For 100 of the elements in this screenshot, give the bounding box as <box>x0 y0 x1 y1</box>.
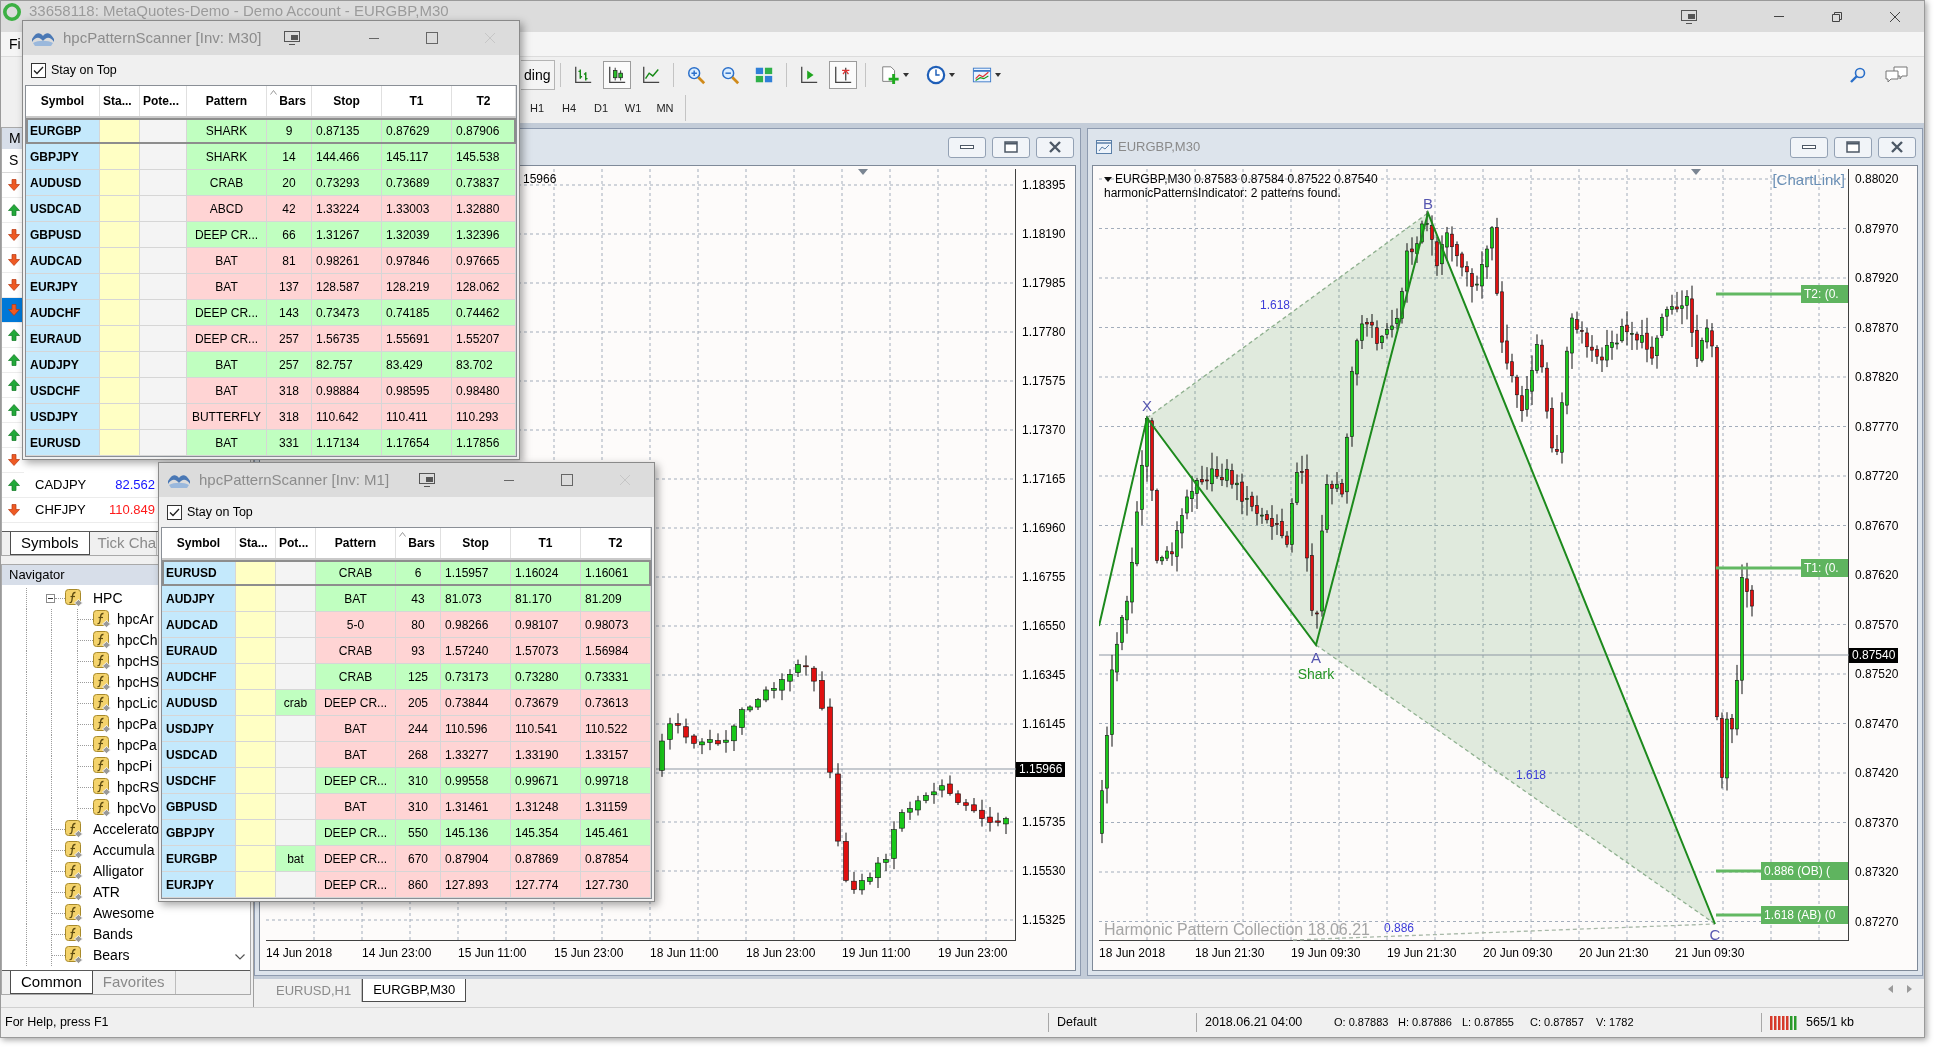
table-row[interactable]: EURAUD DEEP CR... 257 1.56735 1.55691 1.55207 <box>26 326 516 352</box>
column-header[interactable]: T1 <box>511 528 581 558</box>
timeframe-button[interactable]: MN <box>649 96 681 120</box>
column-header[interactable]: Stop <box>312 86 382 116</box>
column-header[interactable]: Pattern <box>187 86 267 116</box>
close-button[interactable] <box>1878 136 1916 158</box>
price-cell: 1.33157 <box>581 742 651 767</box>
column-header[interactable]: Bars <box>267 86 312 116</box>
table-row[interactable]: USDCHF BAT 318 0.98884 0.98595 0.98480 <box>26 378 516 404</box>
column-title: S <box>9 151 19 170</box>
timeframe-button[interactable]: D1 <box>585 96 617 120</box>
price-stat: C: 0.87857 <box>1529 1015 1585 1031</box>
table-row[interactable]: AUDCHF DEEP CR... 143 0.73473 0.74185 0.74462 <box>26 300 516 326</box>
tree-item[interactable]: Accelerato <box>65 818 160 840</box>
table-row[interactable]: GBPUSD BAT 310 1.31461 1.31248 1.31159 <box>162 794 651 820</box>
tree-item[interactable]: hpcCh <box>93 629 158 651</box>
column-header[interactable]: Symbol <box>26 86 100 116</box>
status-cell <box>236 560 276 585</box>
price-cell: 0.99671 <box>511 768 581 793</box>
tab[interactable]: Common <box>10 971 93 994</box>
table-row[interactable]: AUDCHF CRAB 125 0.73173 0.73280 0.73331 <box>162 664 651 690</box>
tree-item[interactable]: hpcRS <box>93 776 160 798</box>
tree-item[interactable]: HPC <box>65 587 123 609</box>
symbol-cell: USDCHF <box>26 378 100 403</box>
candlestick-button[interactable] <box>603 61 632 89</box>
pattern-cell: CRAB <box>316 664 396 689</box>
column-header[interactable]: Sta... <box>236 528 276 558</box>
tree-item[interactable]: hpcLic <box>93 692 158 714</box>
table-row[interactable]: GBPJPY DEEP CR... 550 145.136 145.354 145.461 <box>162 820 651 846</box>
table-row[interactable]: AUDUSD CRAB 20 0.73293 0.73689 0.73837 <box>26 170 516 196</box>
column-header[interactable]: Symbol <box>162 528 236 558</box>
table-row[interactable]: EURUSD BAT 331 1.17134 1.17654 1.17856 <box>26 430 516 456</box>
tree-item[interactable]: hpcAr <box>93 608 154 630</box>
column-header[interactable]: T2 <box>581 528 651 558</box>
minimize-icon <box>369 37 379 39</box>
column-header[interactable]: Stop <box>441 528 511 558</box>
table-row[interactable]: AUDJPY BAT 43 81.073 81.170 81.209 <box>162 586 651 612</box>
table-row[interactable]: EURGBP SHARK 9 0.87135 0.87629 0.87906 <box>26 118 516 144</box>
market-watch-row[interactable] <box>2 298 24 323</box>
column-header[interactable]: Bars <box>396 528 441 558</box>
table-row[interactable]: AUDCAD BAT 81 0.98261 0.97846 0.97665 <box>26 248 516 274</box>
potential-cell <box>276 560 316 585</box>
column-header[interactable]: T1 <box>382 86 452 116</box>
potential-cell <box>140 196 187 221</box>
close-icon <box>1049 141 1061 153</box>
tree-item[interactable]: ATR <box>65 881 120 903</box>
column-header[interactable]: Pot... <box>276 528 316 558</box>
tree-item[interactable]: hpcVo <box>93 797 156 819</box>
table-row[interactable]: USDCAD ABCD 42 1.33224 1.33003 1.32880 <box>26 196 516 222</box>
table-row[interactable]: EURJPY DEEP CR... 860 127.893 127.774 127.730 <box>162 872 651 898</box>
minimize-button[interactable] <box>948 136 986 158</box>
table-row[interactable]: GBPJPY SHARK 14 144.466 145.117 145.538 <box>26 144 516 170</box>
maximize-button[interactable] <box>1834 136 1872 158</box>
timeframe-button[interactable]: W1 <box>617 96 649 120</box>
tree-item[interactable]: hpcPi <box>93 755 153 777</box>
table-row[interactable]: GBPUSD DEEP CR... 66 1.31267 1.32039 1.32396 <box>26 222 516 248</box>
pattern-cell: DEEP CR... <box>316 846 396 871</box>
stay-on-top-checkbox[interactable]: Stay on Top <box>31 60 117 80</box>
table-row[interactable]: USDCAD BAT 268 1.33277 1.33190 1.33157 <box>162 742 651 768</box>
table-row[interactable]: EURGBP bat DEEP CR... 670 0.87904 0.87869 0.87854 <box>162 846 651 872</box>
maximize-button[interactable] <box>992 136 1030 158</box>
menu-item[interactable]: Fi <box>9 33 21 55</box>
close-button[interactable] <box>1036 136 1074 158</box>
tree-item[interactable]: Alligator <box>65 860 144 882</box>
column-header[interactable]: T2 <box>452 86 516 116</box>
table-row[interactable]: AUDCAD 5-0 80 0.98266 0.98107 0.98073 <box>162 612 651 638</box>
table-row[interactable]: AUDUSD crab DEEP CR... 205 0.73844 0.73679 0.73613 <box>162 690 651 716</box>
status-cell <box>236 768 276 793</box>
axes-marker-button[interactable] <box>829 61 858 89</box>
table-row[interactable]: EURUSD CRAB 6 1.15957 1.16024 1.16061 <box>162 560 651 586</box>
tree-item[interactable]: Awesome <box>65 902 155 924</box>
column-header[interactable]: Pote... <box>140 86 187 116</box>
table-row[interactable]: USDCHF DEEP CR... 310 0.99558 0.99671 0.99718 <box>162 768 651 794</box>
tree-item[interactable]: Bands <box>65 923 133 945</box>
tree-item[interactable]: hpcHS <box>93 671 160 693</box>
tree-item[interactable]: hpcHS <box>93 650 160 672</box>
autotrading-button[interactable]: ding <box>521 60 556 90</box>
tree-item[interactable]: hpcPa <box>93 734 157 756</box>
stay-on-top-checkbox[interactable]: Stay on Top <box>167 502 253 522</box>
price-cell: 0.87904 <box>441 846 511 871</box>
table-row[interactable]: USDJPY BAT 244 110.596 110.541 110.522 <box>162 716 651 742</box>
tree-item[interactable]: Bears <box>65 944 130 966</box>
tree-item[interactable]: hpcPa <box>93 713 157 735</box>
tree-item[interactable]: Accumula <box>65 839 155 861</box>
table-row[interactable]: USDJPY BUTTERFLY 318 110.642 110.411 110.293 <box>26 404 516 430</box>
table-row[interactable]: EURJPY BAT 137 128.587 128.219 128.062 <box>26 274 516 300</box>
price-label: 0.87970 <box>1854 221 1900 236</box>
tab[interactable]: EURGBP,M30 <box>362 979 467 1002</box>
tab[interactable]: Symbols <box>10 532 90 555</box>
time-label: 18 Jun 2018 <box>1099 946 1166 960</box>
minimize-button[interactable] <box>1790 136 1828 158</box>
pattern-cell: SHARK <box>187 118 267 143</box>
potential-cell <box>140 222 187 247</box>
table-row[interactable]: EURAUD CRAB 93 1.57240 1.57073 1.56984 <box>162 638 651 664</box>
column-header[interactable]: Pattern <box>316 528 396 558</box>
table-row[interactable]: AUDJPY BAT 257 82.757 83.429 83.702 <box>26 352 516 378</box>
timeframe-button[interactable]: H1 <box>521 96 553 120</box>
timeframe-button[interactable]: H4 <box>553 96 585 120</box>
column-header[interactable]: Sta... <box>100 86 140 116</box>
price-cell: 0.74462 <box>452 300 516 325</box>
